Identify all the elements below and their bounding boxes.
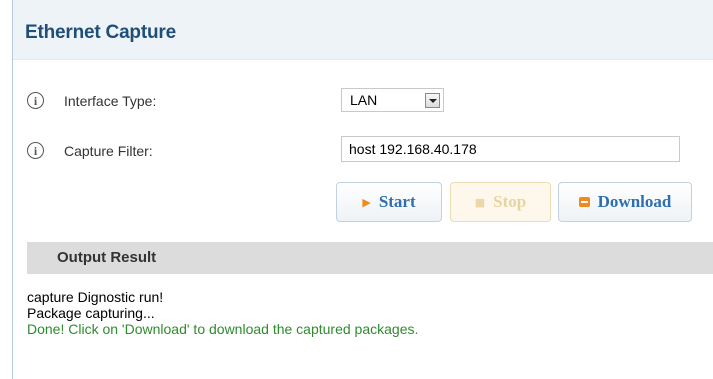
download-icon <box>578 197 590 207</box>
start-button-label: Start <box>378 192 416 211</box>
chevron-down-icon[interactable] <box>425 93 440 108</box>
ethernet-capture-panel: Ethernet Capture i Interface Type: LAN i… <box>12 0 713 379</box>
capture-filter-input[interactable] <box>341 136 680 162</box>
panel-header: Ethernet Capture <box>13 0 713 60</box>
page: Ethernet Capture i Interface Type: LAN i… <box>0 0 713 379</box>
stop-icon: ■ <box>474 195 486 209</box>
download-button[interactable]: Download <box>558 182 692 222</box>
capture-filter-label: Capture Filter: <box>64 143 153 159</box>
output-line: capture Dignostic run! <box>27 289 164 305</box>
play-icon: ▶ <box>362 195 371 209</box>
output-result-bar: Output Result <box>27 242 713 274</box>
interface-type-value: LAN <box>350 92 378 108</box>
download-button-label: Download <box>597 192 672 211</box>
output-log: capture Dignostic run! Package capturing… <box>27 289 418 337</box>
output-result-title: Output Result <box>57 249 157 266</box>
info-icon[interactable]: i <box>27 92 44 109</box>
interface-type-select[interactable]: LAN <box>341 88 444 112</box>
start-button[interactable]: ▶ Start <box>336 182 442 222</box>
stop-button-label: Stop <box>493 192 527 211</box>
info-icon[interactable]: i <box>27 142 44 159</box>
interface-type-label: Interface Type: <box>64 93 157 109</box>
output-line: Package capturing... <box>27 305 155 321</box>
output-line-success: Done! Click on 'Download' to download th… <box>27 321 419 337</box>
stop-button[interactable]: ■ Stop <box>450 182 551 222</box>
page-title: Ethernet Capture <box>25 22 176 43</box>
